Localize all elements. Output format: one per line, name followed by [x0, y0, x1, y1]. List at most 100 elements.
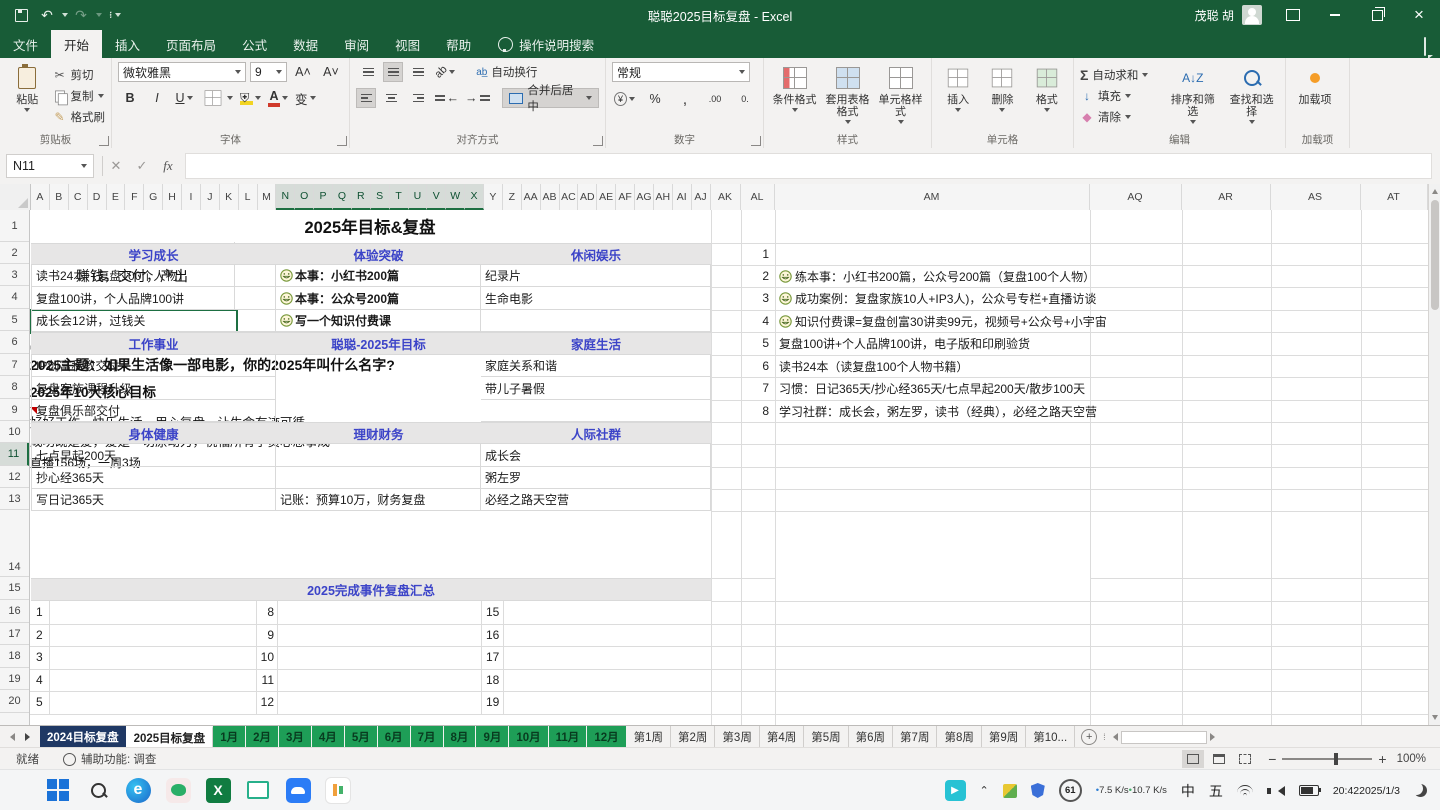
excel-app-button[interactable]: X — [205, 777, 231, 803]
col-header-Q[interactable]: Q — [333, 184, 352, 210]
hscroll-right-icon[interactable] — [1210, 733, 1215, 741]
sort-filter-button[interactable]: A↓Z 排序和筛选 — [1165, 62, 1220, 134]
col-header-V[interactable]: V — [427, 184, 446, 210]
section-title[interactable]: 人际社群 — [481, 423, 711, 443]
summary-number-cell[interactable]: 2 — [36, 624, 48, 646]
decrease-decimal-button[interactable]: 0. — [733, 89, 757, 109]
summary-number-cell[interactable]: 9 — [244, 624, 274, 646]
sheet-title-cell[interactable]: 2025年目标&复盘 — [30, 210, 710, 242]
cell-r13c2[interactable]: 记账：预算10万，财务复盘 — [276, 489, 481, 511]
cell-r7c3[interactable]: 家庭关系和谐 — [481, 355, 711, 377]
goal-text-cell[interactable]: 成功案例：复盘家族10人+IP3人)，公众号专栏+直播访谈 — [779, 287, 1096, 310]
minimize-button[interactable] — [1314, 0, 1356, 30]
sheet-tab-1月[interactable]: 1月 — [213, 726, 246, 748]
autosum-button[interactable]: Σ自动求和 — [1080, 66, 1161, 84]
row-header-7[interactable]: 7 — [0, 354, 29, 376]
customize-qat-button[interactable]: ᎒ — [103, 4, 127, 26]
summary-number-cell[interactable]: 1 — [36, 601, 48, 624]
wrap-text-button[interactable]: ab̲自动换行 — [474, 62, 539, 82]
summary-number-cell[interactable]: 10 — [244, 646, 274, 669]
col-header-N[interactable]: N — [276, 184, 295, 210]
format-cells-button[interactable]: 格式 — [1027, 62, 1067, 134]
row-header-10[interactable]: 10 — [0, 421, 29, 443]
col-header-J[interactable]: J — [201, 184, 220, 210]
sheet-tab-2月[interactable]: 2月 — [246, 726, 279, 748]
col-header-L[interactable]: L — [239, 184, 258, 210]
section-title[interactable]: 体验突破 — [276, 244, 481, 264]
edge-browser-button[interactable]: e — [125, 777, 151, 803]
wechat-button[interactable] — [165, 777, 191, 803]
col-header-AL[interactable]: AL — [741, 184, 775, 210]
save-button[interactable] — [9, 4, 33, 26]
row-header-13[interactable]: 13 — [0, 488, 29, 510]
fill-button[interactable]: ↓填充 — [1080, 87, 1161, 105]
col-header-K[interactable]: K — [220, 184, 239, 210]
undo-button[interactable]: ↶ — [35, 4, 59, 26]
cell-r5c3[interactable] — [481, 310, 711, 332]
sheet-tab-第2周[interactable]: 第2周 — [671, 726, 715, 748]
cell-r8c3[interactable]: 带儿子暑假 — [481, 377, 711, 400]
kuaishou-tray-icon[interactable]: ▶ — [945, 780, 966, 801]
row-header-4[interactable]: 4 — [0, 286, 29, 309]
col-header-H[interactable]: H — [163, 184, 182, 210]
cloud-app-button[interactable] — [285, 777, 311, 803]
redo-button[interactable]: ↷ — [69, 4, 93, 26]
col-header-B[interactable]: B — [50, 184, 69, 210]
tell-me-search[interactable]: 操作说明搜索 — [498, 30, 594, 58]
align-top-button[interactable] — [356, 62, 380, 82]
goal-number-cell[interactable]: 2 — [741, 265, 769, 287]
delete-cells-button[interactable]: 删除 — [982, 62, 1022, 134]
cell-r4c2[interactable]: 本事：公众号200篇 — [276, 287, 481, 310]
new-sheet-button[interactable]: + — [1081, 729, 1097, 745]
col-header-AS[interactable]: AS — [1271, 184, 1361, 210]
sheet-tab-9月[interactable]: 9月 — [476, 726, 509, 748]
comma-style-button[interactable]: , — [673, 89, 697, 109]
sheet-grid[interactable]: 2025年目标&复盘学习成长体验突破休闲娱乐读书24本（复盘100个人物）本事：… — [30, 210, 1428, 725]
clear-button[interactable]: ◆清除 — [1080, 108, 1161, 126]
row-header-2[interactable]: 2 — [0, 242, 29, 264]
start-button[interactable] — [45, 777, 71, 803]
clock[interactable]: 20:42 2025/1/3 — [1333, 785, 1400, 797]
hscroll-left-icon[interactable] — [1113, 733, 1118, 741]
cell-r12c1[interactable]: 抄心经365天 — [31, 467, 276, 489]
col-header-AB[interactable]: AB — [541, 184, 560, 210]
cancel-icon[interactable]: ✕ — [103, 158, 129, 174]
find-select-button[interactable]: 查找和选择 — [1224, 62, 1279, 134]
col-header-C[interactable]: C — [69, 184, 88, 210]
col-header-AQ[interactable]: AQ — [1090, 184, 1182, 210]
vertical-scroll-thumb[interactable] — [1431, 200, 1439, 310]
alignment-dialog-launcher[interactable] — [593, 136, 603, 146]
align-right-button[interactable] — [406, 88, 430, 108]
redo-caret-icon[interactable] — [96, 13, 102, 17]
tray-expand-chevron-icon[interactable]: ⌃ — [980, 784, 989, 797]
col-header-I[interactable]: I — [182, 184, 201, 210]
menu-tab-页面布局[interactable]: 页面布局 — [153, 30, 229, 58]
italic-button[interactable]: I — [145, 88, 169, 108]
select-all-corner[interactable] — [0, 184, 31, 210]
chart-app-button[interactable] — [325, 777, 351, 803]
col-header-F[interactable]: F — [125, 184, 144, 210]
summary-number-cell[interactable]: 11 — [244, 669, 274, 691]
wifi-icon[interactable] — [1237, 785, 1253, 797]
number-dialog-launcher[interactable] — [751, 136, 761, 146]
horizontal-scrollbar[interactable] — [1113, 731, 1215, 744]
row-header-11[interactable]: 11 — [0, 443, 29, 466]
orientation-button[interactable]: ab — [433, 62, 457, 82]
goal-text-cell[interactable]: 习惯：日记365天/抄心经365天/七点早起200天/散步100天 — [779, 377, 1085, 400]
decrease-indent-button[interactable]: ← — [433, 88, 461, 108]
clipboard-dialog-launcher[interactable] — [99, 136, 109, 146]
section-title[interactable]: 身体健康 — [31, 423, 276, 443]
col-header-AG[interactable]: AG — [635, 184, 654, 210]
summary-number-cell[interactable]: 19 — [486, 691, 506, 714]
sheet-tab-8月[interactable]: 8月 — [444, 726, 477, 748]
sheet-tab-第3周[interactable]: 第3周 — [715, 726, 759, 748]
sheet-tab-6月[interactable]: 6月 — [378, 726, 411, 748]
bold-button[interactable]: B — [118, 88, 142, 108]
goal-text-cell[interactable]: 学习社群：成长会，粥左罗，读书（经典），必经之路天空营 — [779, 400, 1097, 422]
font-color-button[interactable]: A — [266, 88, 290, 108]
goal-text-cell[interactable]: 练本事：小红书200篇，公众号200篇（复盘100个人物） — [779, 265, 1095, 287]
section-title[interactable]: 工作事业 — [31, 333, 276, 354]
goal-number-cell[interactable]: 3 — [741, 287, 769, 310]
menu-tab-插入[interactable]: 插入 — [102, 30, 153, 58]
cell-styles-button[interactable]: 单元格样式 — [876, 62, 925, 134]
